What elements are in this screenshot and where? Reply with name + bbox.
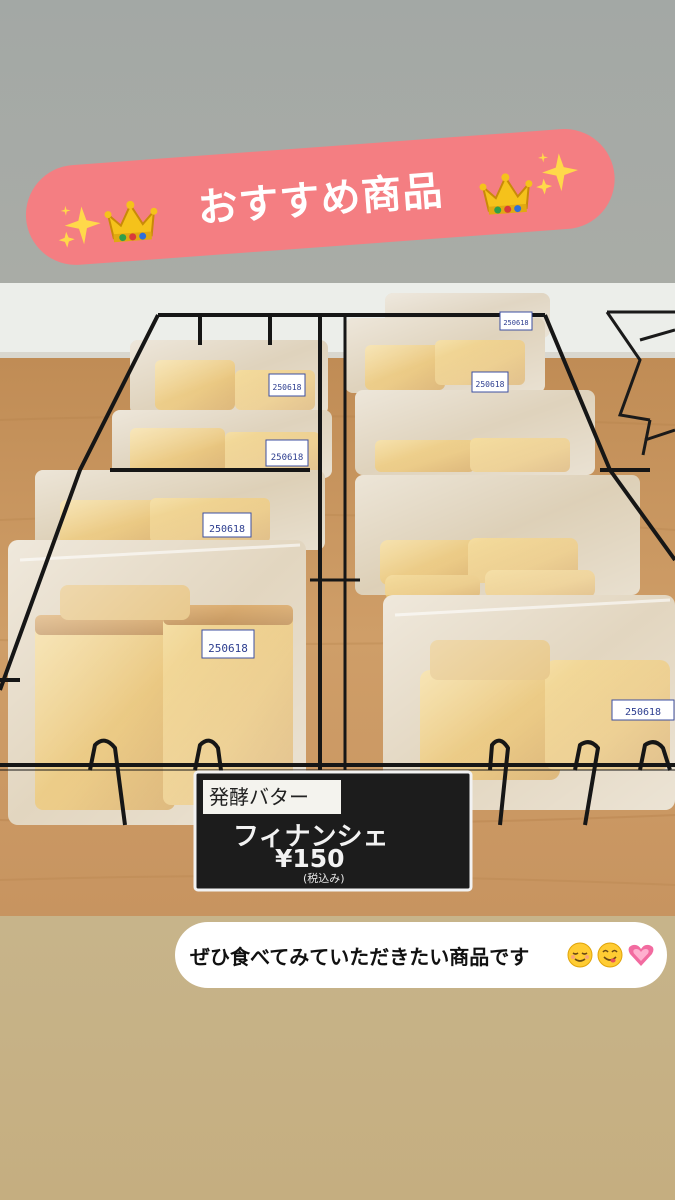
date-sticker: 250618 <box>268 373 306 397</box>
date-sticker: 250618 <box>499 311 533 331</box>
svg-text:250618: 250618 <box>271 453 304 463</box>
svg-text:250618: 250618 <box>273 383 302 392</box>
crown-icon <box>479 173 533 215</box>
yum-face-icon <box>597 942 623 968</box>
svg-text:250618: 250618 <box>625 707 661 718</box>
date-sticker: 250618 <box>611 699 675 721</box>
svg-text:250618: 250618 <box>503 319 528 327</box>
price-card: 発酵バター フィナンシェ ¥150 (税込み) <box>195 772 471 890</box>
finance-bag <box>355 475 640 600</box>
relieved-face-icon <box>567 942 593 968</box>
growing-heart-icon <box>628 944 654 966</box>
caption-bubble: ぜひ食べてみていただきたい商品です <box>175 922 667 988</box>
tax-note: (税込み) <box>303 872 345 885</box>
date-sticker: 250618 <box>201 629 255 659</box>
sparkles-icon <box>536 152 579 195</box>
finance-bag <box>355 390 595 475</box>
svg-text:250618: 250618 <box>476 380 505 389</box>
date-sticker: 250618 <box>265 439 309 467</box>
product-subtitle: 発酵バター <box>203 780 341 814</box>
finance-bag <box>35 470 325 550</box>
svg-text:250618: 250618 <box>209 524 245 535</box>
caption-text: ぜひ食べてみていただきたい商品です <box>190 945 530 969</box>
svg-text:250618: 250618 <box>208 642 248 655</box>
product-price: ¥150 <box>275 844 345 873</box>
date-sticker: 250618 <box>471 371 509 393</box>
date-sticker: 250618 <box>202 512 252 538</box>
